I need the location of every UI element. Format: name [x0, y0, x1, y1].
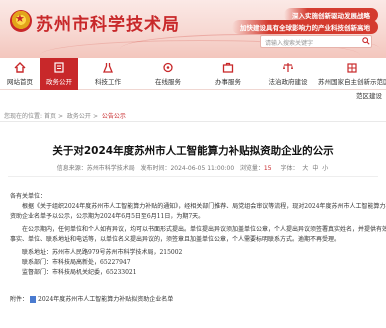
paragraph-line: 资助企业名单予以公示，公示期为2024年6月5日至6月11日，为期7天。 — [10, 213, 205, 220]
font-size-large[interactable]: 大 — [302, 165, 308, 172]
article-title: 关于对2024年度苏州市人工智能算力补贴拟资助企业的公示 — [52, 145, 334, 157]
breadcrumb-item-home[interactable]: 首页 — [44, 113, 56, 120]
greeting: 各有关单位： — [10, 193, 47, 200]
service-icon — [163, 62, 173, 73]
main-nav: 网站首页 政务公开 科技工作 在线服务 办事服务 法治政府建设 苏州国家自主创新… — [0, 58, 386, 90]
nav-label: 办事服务 — [215, 78, 241, 86]
font-size-selector: 字体： 大 中 小 — [279, 165, 329, 172]
slogan-banner: 加快建设具有全球影响力的产业科技创新高地 — [232, 20, 378, 34]
divider — [0, 121, 386, 122]
home-icon — [14, 62, 26, 73]
article-source: 信息来源：苏州市科学技术局 — [56, 165, 135, 172]
breadcrumb: 您现在的位置: 首页 > 政务公开 > 公告公示 — [4, 111, 126, 120]
article-views-label: 浏览量： — [239, 165, 264, 172]
attachment: 附件： 2024年度苏州市人工智能算力补贴拟资助企业名单 — [10, 294, 173, 303]
nav-label: 科技工作 — [95, 78, 121, 86]
nav-item-innovation-zone[interactable]: 苏州国家自主创新示范区 — [318, 58, 386, 90]
site-title[interactable]: 苏州市科学技术局 — [36, 10, 180, 35]
nav-label: 苏州国家自主创新示范区 — [318, 78, 386, 86]
site-header: 苏州市科学技术局 深入实施创新驱动发展战略 加快建设具有全球影响力的产业科技创新… — [0, 0, 386, 58]
paragraph-line: 事实、单位、联系地址和电话等，以单位名义提出异议的，须签章且加盖单位公章，个人需… — [10, 236, 341, 243]
breadcrumb-item-government-affairs[interactable]: 政务公开 — [67, 113, 91, 120]
paragraph-line: 根据《关于组织2024年度苏州市人工智能算力补贴的通知》，经相关部门推荐、局党组… — [22, 203, 386, 210]
article-meta: 信息来源：苏州市科学技术局 发布时间：2024-06-05 11:00:00 浏… — [0, 163, 386, 172]
breadcrumb-prefix: 您现在的位置: — [4, 113, 43, 120]
article-body: 各有关单位： 根据《关于组织2024年度苏州市人工智能算力补贴的通知》，经相关部… — [10, 192, 386, 278]
file-icon — [30, 296, 37, 303]
search-icon[interactable] — [362, 37, 370, 45]
flask-icon — [103, 63, 113, 73]
nav-item-online-service[interactable]: 在线服务 — [138, 58, 198, 90]
attachment-link[interactable]: 2024年度苏州市人工智能算力补贴拟资助企业名单 — [38, 296, 173, 303]
nav-item-affairs-service[interactable]: 办事服务 — [198, 58, 258, 90]
contact-department: 联系部门：市科技局高新处，65227947 — [22, 259, 131, 266]
article-date: 发布时间：2024-06-05 11:00:00 — [140, 165, 235, 172]
nav-item-home[interactable]: 网站首页 — [0, 58, 40, 90]
scale-icon — [283, 63, 293, 72]
document-icon — [54, 62, 64, 73]
article-views-count: 15 — [263, 165, 272, 172]
nav-item-rule-of-law[interactable]: 法治政府建设 — [258, 58, 318, 90]
breadcrumb-separator: > — [92, 113, 98, 120]
divider — [8, 176, 378, 177]
nav-item-zone-construction[interactable]: 范区建设 — [356, 90, 382, 100]
nav-label: 政务公开 — [46, 78, 72, 86]
nav-item-government-affairs[interactable]: 政务公开 — [40, 58, 78, 90]
breadcrumb-separator: > — [57, 113, 63, 120]
briefcase-icon — [222, 62, 234, 73]
font-size-small[interactable]: 小 — [322, 165, 328, 172]
nav-label: 在线服务 — [155, 78, 181, 86]
nav-item-tech-work[interactable]: 科技工作 — [78, 58, 138, 90]
paragraph-line: 在公示期内，任何单位和个人如有异议，均可以书面形式提出。单位提出异议须加盖单位公… — [22, 226, 386, 233]
attachment-label: 附件： — [10, 296, 29, 303]
search-input[interactable]: 请输入搜索关键字 — [260, 35, 372, 48]
contact-address: 联系地址：苏州市人民路979号苏州市科学技术局，215002 — [22, 249, 183, 256]
supervision-department: 监督部门：市科技局机关纪委，65233021 — [22, 269, 137, 276]
font-size-label: 字体： — [280, 165, 299, 172]
font-size-medium[interactable]: 中 — [312, 165, 318, 172]
nav-label: 法治政府建设 — [268, 78, 308, 86]
building-icon — [347, 63, 357, 73]
breadcrumb-item-announcements[interactable]: 公告公示 — [102, 113, 126, 120]
national-emblem-icon — [10, 10, 32, 32]
nav-label: 网站首页 — [7, 78, 33, 86]
